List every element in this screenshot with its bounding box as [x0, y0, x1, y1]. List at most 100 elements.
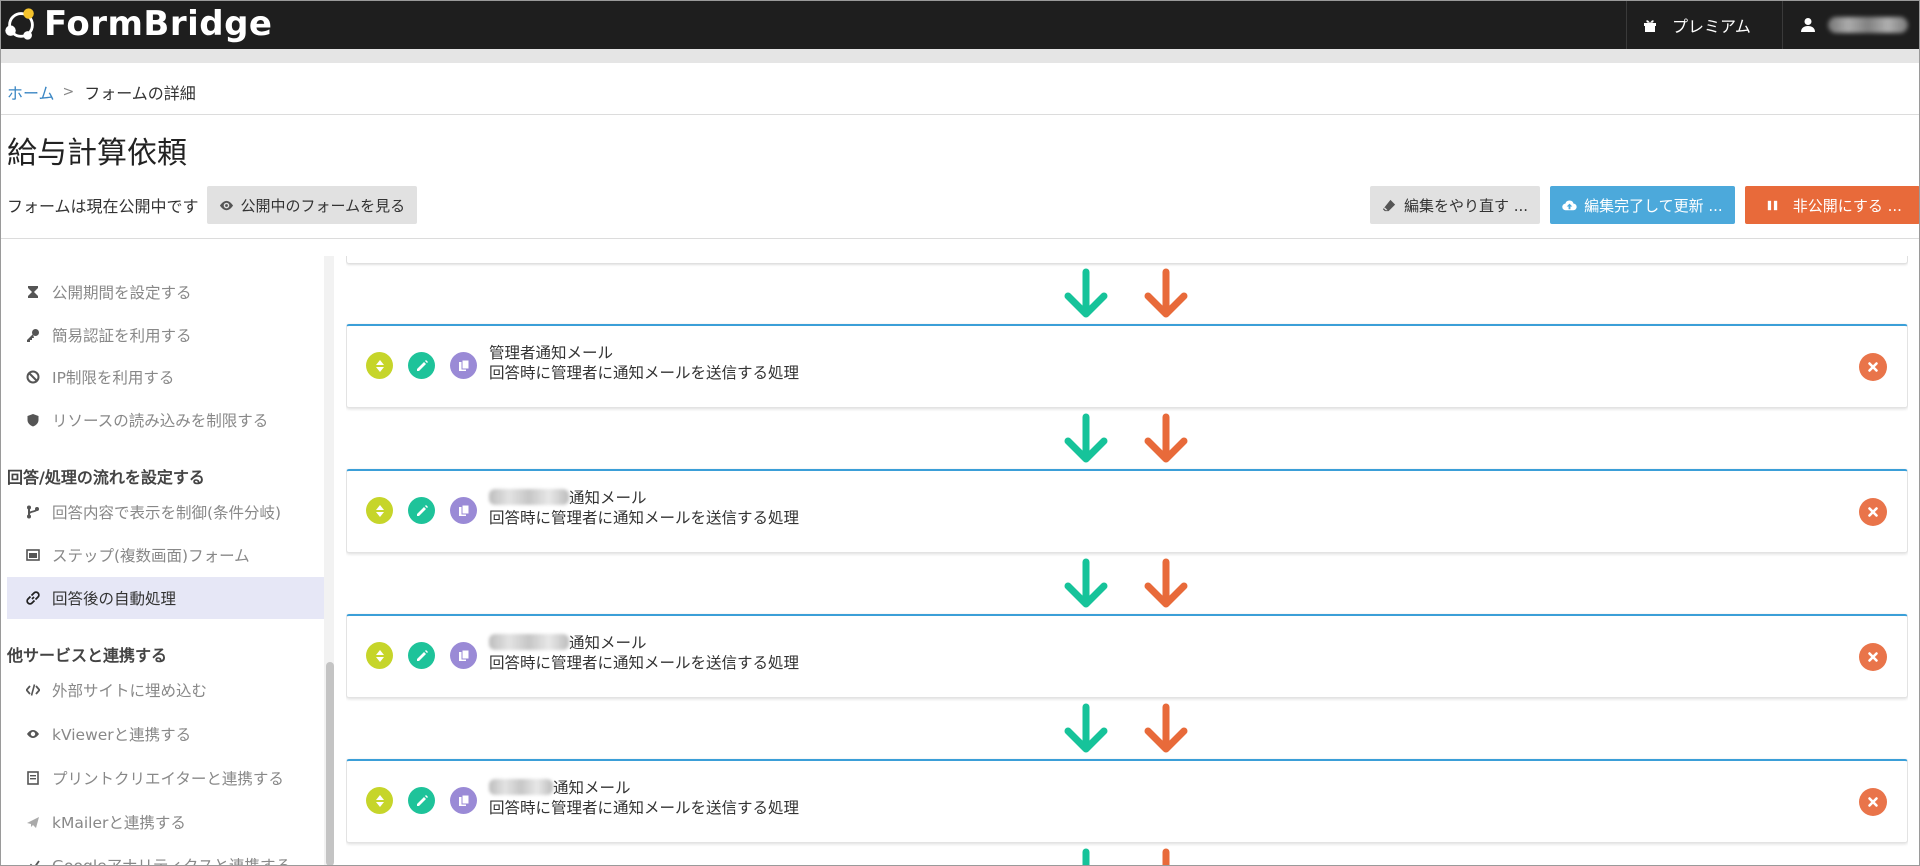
view-public-form-button[interactable]: 公開中のフォームを見る: [206, 186, 418, 224]
process-description: 回答時に管理者に通知メールを送信する処理: [489, 799, 800, 817]
top-separator: [1782, 0, 1783, 49]
sidebar-item-resource-restrict[interactable]: リソースの読み込みを制限する: [26, 407, 268, 433]
sidebar-item-ip-restrict[interactable]: IP制限を利用する: [26, 364, 174, 390]
reorder-button[interactable]: [366, 787, 393, 814]
redo-edit-label: 編集をやり直す ...: [1404, 196, 1529, 215]
previous-process-card: [346, 256, 1908, 264]
flow-arrows: [1058, 848, 1194, 866]
divider: [0, 238, 1920, 239]
pencil-icon: [416, 504, 428, 516]
unpublish-label: 非公開にする ...: [1792, 196, 1902, 215]
arrow-down-orange-icon: [1144, 558, 1188, 608]
gift-icon: [1644, 19, 1656, 32]
close-icon: [1868, 507, 1878, 517]
premium-link[interactable]: プレミアム: [1642, 0, 1751, 49]
copy-button[interactable]: [450, 352, 477, 379]
arrow-down-green-icon: [1064, 558, 1108, 608]
sidebar-item-conditional[interactable]: 回答内容で表示を制御(条件分岐): [26, 499, 281, 525]
sidebar-item-publish-period[interactable]: 公開期間を設定する: [26, 279, 192, 305]
breadcrumb: ホーム > フォームの詳細: [7, 80, 196, 104]
sidebar-item-print-creator[interactable]: プリントクリエイターと連携する: [26, 765, 284, 791]
arrow-down-orange-icon: [1144, 413, 1188, 463]
process-card: 通知メール 回答時に管理者に通知メールを送信する処理: [346, 469, 1908, 553]
copy-icon: [458, 794, 469, 806]
copy-button[interactable]: [450, 642, 477, 669]
unpublish-button[interactable]: 非公開にする ...: [1744, 186, 1920, 224]
pencil-icon: [416, 649, 428, 661]
breadcrumb-home[interactable]: ホーム: [7, 80, 55, 104]
brand-name: FormBridge: [44, 4, 273, 44]
sidebar-item-simple-auth[interactable]: 簡易認証を利用する: [26, 322, 192, 348]
list-icon: [26, 256, 40, 259]
flow-arrows: [1058, 558, 1194, 614]
sort-icon: [375, 649, 384, 662]
page-title: 給与計算依頼: [7, 136, 187, 171]
process-description: 回答時に管理者に通知メールを送信する処理: [489, 509, 800, 527]
sort-icon: [375, 794, 384, 807]
chart-icon: [29, 860, 40, 866]
top-bar: [0, 0, 1920, 49]
redacted-name: [489, 634, 569, 650]
delete-button[interactable]: [1859, 353, 1887, 381]
sidebar-item-kmailer[interactable]: kMailerと連携する: [26, 809, 186, 835]
reorder-button[interactable]: [366, 497, 393, 524]
arrow-down-green-icon: [1064, 703, 1108, 753]
delete-button[interactable]: [1859, 643, 1887, 671]
copy-icon: [458, 504, 469, 516]
user-menu[interactable]: [1800, 0, 1908, 49]
edit-button[interactable]: [408, 642, 435, 669]
eye-icon: [27, 730, 39, 738]
formbridge-logo-icon: [5, 8, 34, 40]
cloud-upload-icon: [1562, 199, 1577, 210]
user-icon: [1801, 17, 1815, 32]
sidebar-item-kviewer[interactable]: kViewerと連携する: [26, 721, 191, 747]
code-icon: [26, 684, 40, 696]
process-card: 通知メール 回答時に管理者に通知メールを送信する処理: [346, 759, 1908, 843]
arrow-down-orange-icon: [1162, 848, 1170, 866]
reorder-button[interactable]: [366, 352, 393, 379]
sidebar-item-cutoff[interactable]: [26, 256, 172, 265]
redacted-name: [489, 489, 569, 505]
delete-button[interactable]: [1859, 788, 1887, 816]
copy-button[interactable]: [450, 787, 477, 814]
sidebar-section-flow: 回答/処理の流れを設定する: [7, 468, 205, 487]
hourglass-icon: [28, 286, 38, 298]
settings-sidebar: 公開期間を設定する 簡易認証を利用する IP制限を利用する リソースの読み込みを…: [0, 256, 328, 866]
sidebar-item-auto-process[interactable]: 回答後の自動処理: [26, 585, 176, 611]
publish-status-text: フォームは現在公開中です: [7, 197, 199, 216]
finish-update-button[interactable]: 編集完了して更新 ...: [1550, 186, 1735, 224]
redo-edit-button[interactable]: 編集をやり直す ...: [1370, 186, 1541, 224]
sidebar-item-embed[interactable]: 外部サイトに埋め込む: [26, 677, 207, 703]
branch-icon: [27, 505, 39, 519]
reorder-button[interactable]: [366, 642, 393, 669]
top-bar-shadow: [0, 49, 1920, 63]
process-title: 通知メール: [489, 776, 631, 798]
breadcrumb-current: フォームの詳細: [84, 84, 196, 103]
window-icon: [26, 549, 40, 561]
delete-button[interactable]: [1859, 498, 1887, 526]
process-description: 回答時に管理者に通知メールを送信する処理: [489, 364, 800, 382]
divider: [0, 114, 1920, 115]
document-icon: [27, 771, 39, 785]
link-icon: [26, 591, 40, 605]
user-name-redacted: [1828, 16, 1908, 33]
sidebar-item-google-analytics[interactable]: Googleアナリティクスと連携する: [26, 852, 291, 866]
edit-button[interactable]: [408, 787, 435, 814]
pause-icon: [1767, 200, 1777, 210]
flow-arrows: [1058, 703, 1194, 759]
copy-button[interactable]: [450, 497, 477, 524]
sidebar-scrollbar-thumb[interactable]: [326, 662, 334, 866]
process-title: 管理者通知メール: [489, 344, 614, 362]
form-actions: 編集をやり直す ... 編集完了して更新 ... 非公開にする ...: [1370, 186, 1920, 224]
edit-button[interactable]: [408, 497, 435, 524]
redacted-name: [489, 779, 553, 795]
close-icon: [1868, 652, 1878, 662]
sort-icon: [375, 504, 384, 517]
edit-button[interactable]: [408, 352, 435, 379]
process-card: 通知メール 回答時に管理者に通知メールを送信する処理: [346, 614, 1908, 698]
premium-label: プレミアム: [1672, 16, 1751, 36]
sidebar-item-step-form[interactable]: ステップ(複数画面)フォーム: [26, 542, 250, 568]
brand-logo[interactable]: FormBridge: [2, 2, 272, 46]
flow-arrows: [1058, 413, 1194, 469]
key-icon: [27, 329, 39, 342]
